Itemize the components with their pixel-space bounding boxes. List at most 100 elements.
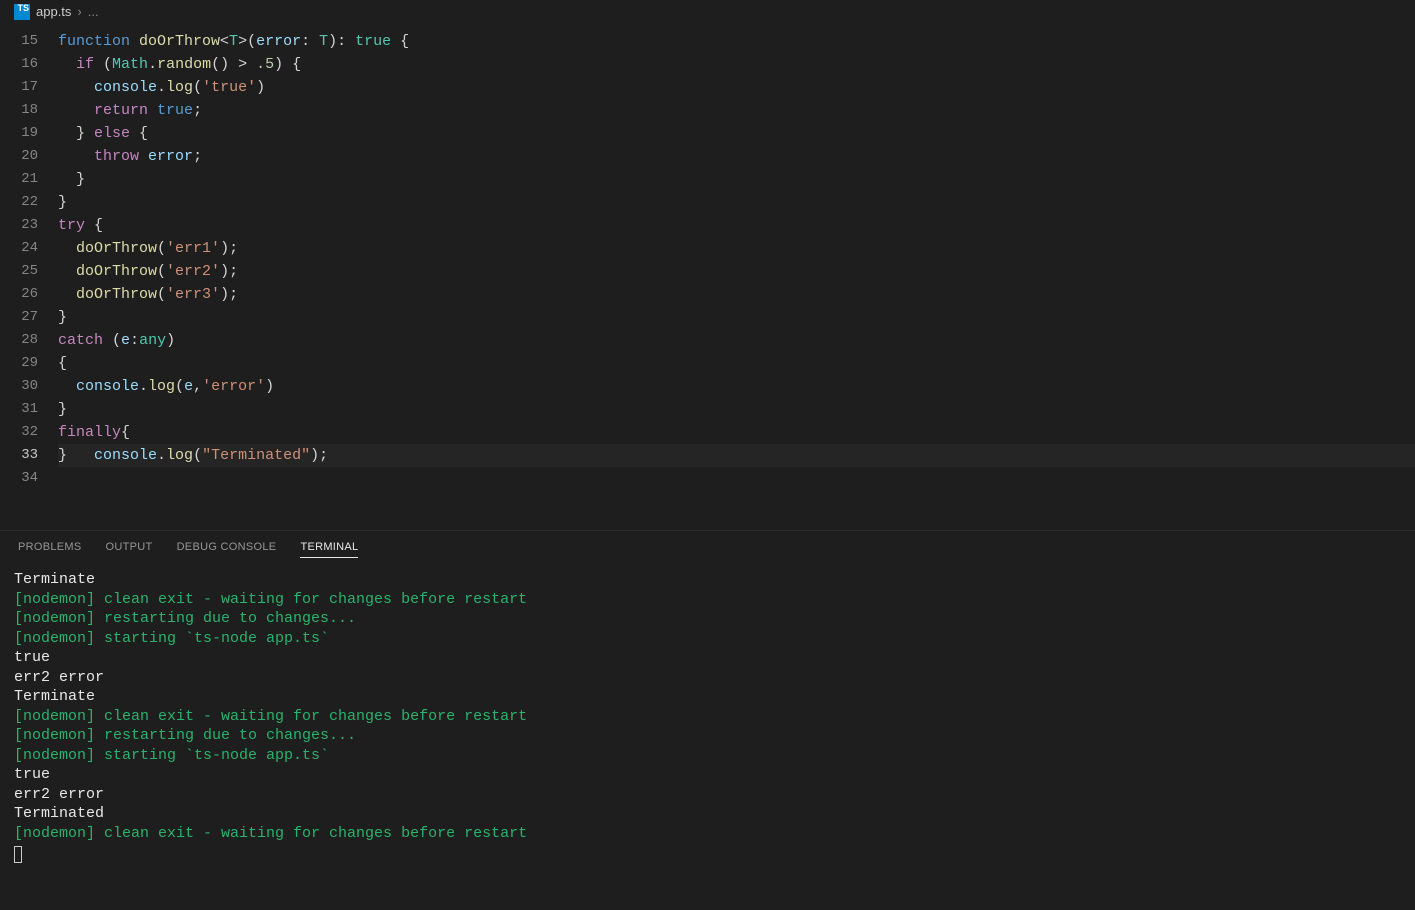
code-token: ): — [328, 33, 355, 50]
code-line[interactable]: } — [58, 191, 1415, 214]
line-number: 22 — [0, 191, 38, 214]
code-token: function — [58, 33, 139, 50]
code-token: } — [58, 194, 67, 211]
line-number: 30 — [0, 375, 38, 398]
panel-tab-debug-console[interactable]: DEBUG CONSOLE — [177, 541, 277, 558]
line-number: 23 — [0, 214, 38, 237]
code-token: ; — [193, 148, 202, 165]
code-token: { — [85, 217, 103, 234]
line-number: 24 — [0, 237, 38, 260]
code-token: 'true' — [202, 79, 256, 96]
code-line[interactable]: catch (e:any) — [58, 329, 1415, 352]
breadcrumb-file[interactable]: app.ts — [36, 0, 71, 24]
terminal-line: err2 error — [14, 785, 1401, 805]
code-line[interactable]: console.log(e,'error') — [58, 375, 1415, 398]
code-line[interactable]: doOrThrow('err1'); — [58, 237, 1415, 260]
line-number: 16 — [0, 53, 38, 76]
line-number: 27 — [0, 306, 38, 329]
code-token: . — [139, 378, 148, 395]
code-line[interactable]: throw error; — [58, 145, 1415, 168]
code-line[interactable]: } — [58, 398, 1415, 421]
panel-tab-problems[interactable]: PROBLEMS — [18, 541, 82, 558]
breadcrumb-more[interactable]: ... — [88, 0, 99, 24]
code-token: finally — [58, 424, 121, 441]
code-token: throw — [94, 148, 139, 165]
code-token: { — [130, 125, 148, 142]
code-line[interactable]: } — [58, 444, 1415, 467]
line-number: 19 — [0, 122, 38, 145]
terminal-output[interactable]: Terminate [nodemon] clean exit - waiting … — [0, 566, 1415, 910]
code-token: < — [220, 33, 229, 50]
line-number: 25 — [0, 260, 38, 283]
code-token: true — [355, 33, 391, 50]
line-number: 32 — [0, 421, 38, 444]
breadcrumb: TS app.ts › ... — [0, 0, 1415, 24]
terminal-line: [nodemon] restarting due to changes... — [14, 609, 1401, 629]
code-token: log — [148, 378, 175, 395]
code-token: . — [157, 79, 166, 96]
code-token — [58, 263, 76, 280]
code-token: } — [58, 447, 67, 464]
code-token: , — [193, 378, 202, 395]
line-number: 34 — [0, 467, 38, 490]
code-line[interactable]: } else { — [58, 122, 1415, 145]
bottom-panel: PROBLEMS OUTPUT DEBUG CONSOLE TERMINAL Term… — [0, 530, 1415, 910]
code-line[interactable]: console.log('true') — [58, 76, 1415, 99]
terminal-line: Terminate — [14, 687, 1401, 707]
code-token: ) { — [274, 56, 301, 73]
code-line[interactable]: return true; — [58, 99, 1415, 122]
code-line[interactable]: if (Math.random() > .5) { — [58, 53, 1415, 76]
terminal-cursor — [14, 843, 1401, 863]
code-token: ( — [103, 332, 121, 349]
terminal-line: [nodemon] starting `ts-node app.ts` — [14, 629, 1401, 649]
panel-tab-terminal[interactable]: TERMINAL — [300, 541, 358, 558]
code-token: ) — [256, 79, 265, 96]
code-token — [148, 102, 157, 119]
code-line[interactable]: try { — [58, 214, 1415, 237]
terminal-line: Terminated — [14, 804, 1401, 824]
code-token: } — [58, 171, 85, 188]
code-token: 'error' — [202, 378, 265, 395]
line-number: 21 — [0, 168, 38, 191]
code-token: ) — [265, 378, 274, 395]
code-area[interactable]: function doOrThrow<T>(error: T): true { … — [58, 30, 1415, 530]
code-token: T — [319, 33, 328, 50]
code-token: T — [229, 33, 238, 50]
code-token: ( — [175, 378, 184, 395]
code-token: ); — [220, 240, 238, 257]
code-token: } — [58, 309, 67, 326]
code-token: return — [94, 102, 148, 119]
terminal-line: [nodemon] clean exit - waiting for chang… — [14, 824, 1401, 844]
code-token: ) — [166, 332, 175, 349]
chevron-right-icon: › — [77, 0, 81, 24]
code-token: e — [184, 378, 193, 395]
code-token: { — [391, 33, 409, 50]
code-token — [58, 286, 76, 303]
code-token: { — [121, 424, 130, 441]
panel-tab-output[interactable]: OUTPUT — [106, 541, 153, 558]
code-token: ( — [193, 79, 202, 96]
code-line[interactable]: { — [58, 352, 1415, 375]
code-line[interactable]: doOrThrow('err2'); — [58, 260, 1415, 283]
code-line[interactable]: finally{ — [58, 421, 1415, 444]
code-token: : — [130, 332, 139, 349]
code-token: . — [148, 56, 157, 73]
code-line[interactable]: } — [58, 306, 1415, 329]
code-line[interactable]: } — [58, 168, 1415, 191]
code-token — [58, 378, 76, 395]
code-editor[interactable]: 1516171819202122232425262728293031323334… — [0, 24, 1415, 530]
code-token: catch — [58, 332, 103, 349]
code-token: ( — [94, 56, 112, 73]
code-token — [58, 102, 94, 119]
code-token: any — [139, 332, 166, 349]
terminal-line: [nodemon] starting `ts-node app.ts` — [14, 746, 1401, 766]
code-token: console — [94, 79, 157, 96]
code-token: () > — [211, 56, 256, 73]
code-token: } — [58, 125, 94, 142]
code-line[interactable]: doOrThrow('err3'); — [58, 283, 1415, 306]
code-token: doOrThrow — [76, 286, 157, 303]
line-number: 26 — [0, 283, 38, 306]
code-token: else — [94, 125, 130, 142]
code-line[interactable]: function doOrThrow<T>(error: T): true { — [58, 30, 1415, 53]
code-token: doOrThrow — [76, 263, 157, 280]
